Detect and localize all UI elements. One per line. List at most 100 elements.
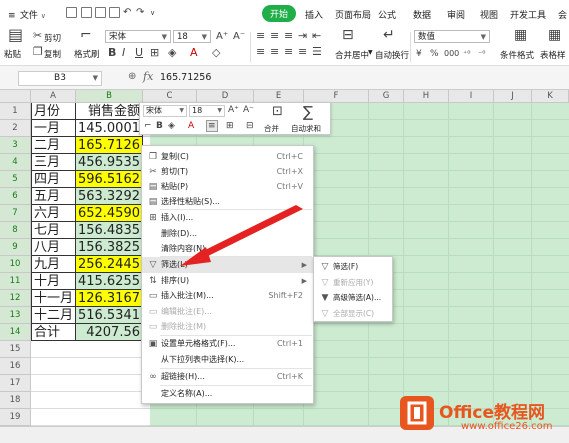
outdent-icon[interactable]: ⇤ [312, 30, 321, 42]
cell-sales-amount[interactable]: 652.4590 [76, 205, 143, 222]
distribute-icon[interactable]: ☰ [312, 46, 322, 58]
row-header[interactable]: 11 [0, 273, 31, 290]
export-pdf-icon[interactable] [81, 7, 92, 18]
row-header[interactable]: 2 [0, 120, 31, 137]
row-header[interactable]: 9 [0, 239, 31, 256]
cell-sales-amount[interactable]: 456.9535 [76, 154, 143, 171]
cell-month[interactable]: 七月 [31, 222, 76, 239]
conditional-format-button[interactable]: 条件格式 [500, 49, 534, 61]
context-menu-item[interactable]: ▤ 粘贴(P) Ctrl+V [142, 179, 313, 195]
context-menu-item[interactable]: 从下拉列表中选择(K)... [142, 352, 313, 368]
row-header[interactable]: 15 [0, 341, 31, 358]
align-top-icon[interactable]: ≡ [256, 30, 265, 42]
font-name-select[interactable]: 宋体 ▼ [105, 30, 171, 43]
name-box[interactable]: B3 ▼ [18, 71, 102, 86]
column-header[interactable]: J [494, 90, 532, 103]
cell-month[interactable]: 十二月 [31, 307, 76, 324]
font-color-icon[interactable]: A [188, 121, 194, 131]
fill-color-icon[interactable]: ◈ [168, 121, 175, 131]
context-menu-item[interactable]: ❐ 复制(C) Ctrl+C [142, 149, 313, 165]
cell-month[interactable]: 十月 [31, 273, 76, 290]
format-painter-icon[interactable]: ⌐ [144, 121, 152, 131]
mini-merge-button[interactable]: 合并 [264, 123, 279, 134]
cell-sales-amount[interactable]: 156.3825 [76, 239, 143, 256]
row-header[interactable]: 14 [0, 324, 31, 341]
context-menu-item[interactable]: 定义名称(A)... [142, 386, 313, 402]
cell-month[interactable]: 八月 [31, 239, 76, 256]
fill-color-icon[interactable]: ◈ [168, 47, 176, 59]
filter-submenu-item[interactable]: ▽ 筛选(F) [314, 259, 392, 275]
tab-member[interactable]: 会 [558, 8, 567, 21]
thousands-icon[interactable]: 000 [444, 48, 459, 60]
underline-icon[interactable]: U [135, 47, 143, 59]
align-right-icon[interactable]: ≡ [284, 46, 293, 58]
border-icon[interactable]: ⊞ [226, 121, 234, 131]
table-style-button[interactable]: 表格样 [540, 49, 566, 61]
border-icon[interactable]: ⊞ [150, 47, 159, 59]
align-bottom-icon[interactable]: ≡ [284, 30, 293, 42]
justify-icon[interactable]: ≡ [298, 46, 307, 58]
select-all-corner[interactable] [0, 90, 31, 103]
bold-icon[interactable]: B [108, 47, 116, 59]
mini-font-name-select[interactable]: 宋体 ▼ [143, 105, 187, 117]
cell-month[interactable]: 十一月 [31, 290, 76, 307]
bold-icon[interactable]: B [156, 121, 163, 131]
align-left-icon[interactable]: ≡ [256, 46, 265, 58]
tab-home[interactable]: 开始 [262, 5, 297, 22]
increase-font-icon[interactable]: A⁺ [216, 31, 228, 43]
tab-developer[interactable]: 开发工具 [510, 8, 546, 21]
column-header[interactable]: A [31, 90, 76, 103]
cell-sales-amount[interactable]: 256.2445 [76, 256, 143, 273]
row-header[interactable]: 5 [0, 171, 31, 188]
undo-icon[interactable]: ↶ [123, 7, 131, 19]
decrease-font-icon[interactable]: A⁻ [233, 31, 245, 43]
context-menu-item[interactable]: ⊞ 插入(I)... [142, 210, 313, 226]
tab-review[interactable]: 审阅 [447, 8, 465, 21]
formula-input[interactable]: 165.71256 [160, 72, 211, 83]
zoom-icon[interactable]: ⊕ [128, 71, 136, 82]
row-header[interactable]: 16 [0, 358, 31, 375]
column-header[interactable]: I [449, 90, 494, 103]
column-header[interactable]: B [76, 90, 143, 103]
row-header[interactable]: 6 [0, 188, 31, 205]
currency-icon[interactable]: ¥ [416, 48, 422, 60]
font-size-select[interactable]: 18 ▼ [173, 30, 211, 43]
align-center-icon[interactable]: ≡ [206, 120, 218, 132]
file-menu[interactable]: ≡ 文件 ∨ [8, 8, 46, 21]
tab-page-layout[interactable]: 页面布局 [335, 8, 371, 21]
number-format-select[interactable]: 数值 ▼ [414, 30, 490, 43]
cell-month[interactable]: 三月 [31, 154, 76, 171]
row-header[interactable]: 10 [0, 256, 31, 273]
column-header[interactable]: G [369, 90, 404, 103]
print-preview-icon[interactable] [109, 7, 120, 18]
align-center-icon[interactable]: ≡ [270, 46, 279, 58]
context-menu-item[interactable]: ▽ 筛选(L) ▶ [142, 257, 313, 273]
format-painter-button[interactable]: 格式刷 [74, 48, 100, 60]
column-header[interactable]: K [532, 90, 569, 103]
font-color-icon[interactable]: A [190, 47, 198, 59]
cell-month[interactable]: 二月 [31, 137, 76, 154]
context-menu-item[interactable]: ▤ 选择性粘贴(S)... [142, 194, 313, 210]
cell-month[interactable]: 六月 [31, 205, 76, 222]
wrap-text-button[interactable]: 自动换行 [375, 49, 409, 61]
italic-icon[interactable]: I [122, 47, 125, 59]
context-menu-item[interactable]: ⇅ 排序(U) ▶ [142, 273, 313, 289]
percent-icon[interactable]: % [430, 48, 439, 60]
context-menu-item[interactable]: ▭ 插入批注(M)... Shift+F2 [142, 288, 313, 304]
print-icon[interactable] [95, 7, 106, 18]
row-header[interactable]: 7 [0, 205, 31, 222]
tab-data[interactable]: 数据 [413, 8, 431, 21]
context-menu-item[interactable]: ▣ 设置单元格格式(F)... Ctrl+1 [142, 336, 313, 352]
row-header[interactable]: 17 [0, 375, 31, 392]
chevron-down-icon[interactable]: ∨ [150, 7, 155, 19]
redo-icon[interactable]: ↷ [136, 7, 144, 19]
cell-sales-amount[interactable]: 516.5341 [76, 307, 143, 324]
tab-formulas[interactable]: 公式 [378, 8, 396, 21]
fx-button[interactable]: fx [143, 70, 153, 83]
cell-month[interactable]: 五月 [31, 188, 76, 205]
context-menu-item[interactable]: ✂ 剪切(T) Ctrl+X [142, 164, 313, 180]
clear-format-icon[interactable]: ⊟ [246, 121, 254, 131]
row-header[interactable]: 1 [0, 103, 31, 120]
context-menu-item[interactable]: 删除(D)... [142, 226, 313, 242]
mini-autosum-button[interactable]: 自动求和 [291, 123, 321, 134]
